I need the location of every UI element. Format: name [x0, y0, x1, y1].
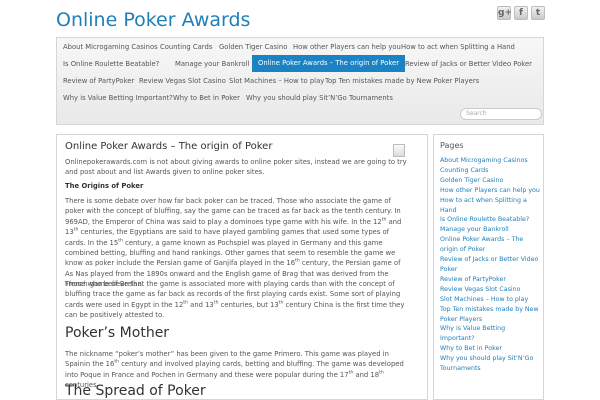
post-title: Online Poker Awards – The origin of Poke…	[65, 141, 273, 152]
nav-item-counting-cards[interactable]: Counting Cards	[160, 42, 212, 52]
sidebar-link[interactable]: Top Ten mistakes made by New Poker Playe…	[440, 305, 540, 325]
nav-item-vegas-slot[interactable]: Review Vegas Slot Casino	[139, 76, 226, 86]
comment-icon[interactable]	[393, 144, 405, 157]
sidebar-link[interactable]: About Microgaming Casinos	[440, 156, 540, 166]
facebook-icon[interactable]: f	[514, 6, 528, 20]
sidebar-link[interactable]: Review Vegas Slot Casino	[440, 285, 540, 295]
playing-cards-paragraph: Those who believe that the game is assoc…	[65, 280, 405, 320]
search-input[interactable]: Search	[460, 108, 542, 120]
post-content: Online Poker Awards – The origin of Poke…	[56, 134, 428, 400]
sidebar-link[interactable]: Counting Cards	[440, 166, 540, 176]
site-title[interactable]: Online Poker Awards	[56, 9, 250, 31]
sidebar-link[interactable]: Slot Machines – How to play	[440, 295, 540, 305]
pokers-mother-heading: Poker’s Mother	[65, 325, 170, 341]
sidebar-link[interactable]: Golden Tiger Casino	[440, 176, 540, 186]
nav-item-about-microgaming[interactable]: About Microgaming Casinos	[63, 42, 158, 52]
sidebar-link[interactable]: Review of Jacks or Better Video Poker	[440, 255, 540, 275]
nav-item-golden-tiger[interactable]: Golden Tiger Casino	[219, 42, 287, 52]
sidebar-link[interactable]: Online Poker Awards – The origin of Poke…	[440, 235, 540, 255]
twitter-icon[interactable]: t	[531, 6, 545, 20]
sidebar-link[interactable]: Why you should play Sit’N’Go Tournaments	[440, 354, 540, 374]
sidebar-link[interactable]: Why is Value Betting Important?	[440, 324, 540, 344]
spread-of-poker-heading: The Spread of Poker	[65, 383, 206, 399]
nav-item-value-betting[interactable]: Why is Value Betting Important?	[63, 93, 173, 103]
nav-item-slot-machines[interactable]: Slot Machines – How to play	[229, 76, 324, 86]
nav-item-top-ten-mistakes[interactable]: Top Ten mistakes made by New Poker Playe…	[325, 76, 479, 86]
sidebar-link[interactable]: How to act when Splitting a Hand	[440, 196, 540, 216]
nav-item-roulette[interactable]: Is Online Roulette Beatable?	[63, 59, 159, 69]
google-plus-icon[interactable]: g+	[497, 6, 512, 20]
origins-heading: The Origins of Poker	[65, 182, 144, 190]
sidebar-link[interactable]: Is Online Roulette Beatable?	[440, 215, 540, 225]
sidebar-link[interactable]: Why to Bet in Poker	[440, 344, 540, 354]
nav-item-sitngo[interactable]: Why you should play Sit’N’Go Tournaments	[246, 93, 393, 103]
nav-item-jacks-or-better[interactable]: Review of Jacks or Better Video Poker	[405, 59, 532, 69]
sidebar-link[interactable]: Manage your Bankroll	[440, 225, 540, 235]
post-intro: Onlinepokerawards.com is not about givin…	[65, 158, 407, 177]
pages-title: Pages	[440, 141, 464, 150]
nav-item-origin-of-poker[interactable]: Online Poker Awards – The origin of Poke…	[252, 55, 405, 72]
sidebar-link[interactable]: How other Players can help you	[440, 186, 540, 196]
nav-item-other-players[interactable]: How other Players can help you	[293, 42, 401, 52]
origins-paragraph: There is some debate over how far back p…	[65, 197, 402, 289]
nav-item-partypoker[interactable]: Review of PartyPoker	[63, 76, 134, 86]
nav-item-why-bet[interactable]: Why to Bet in Poker	[173, 93, 240, 103]
sidebar-link[interactable]: Review of PartyPoker	[440, 275, 540, 285]
nav-item-bankroll[interactable]: Manage your Bankroll	[175, 59, 249, 69]
pages-list: About Microgaming Casinos Counting Cards…	[440, 156, 540, 374]
pages-sidebar: Pages About Microgaming Casinos Counting…	[433, 134, 544, 400]
nav-item-splitting[interactable]: How to act when Splitting a Hand	[401, 42, 515, 52]
